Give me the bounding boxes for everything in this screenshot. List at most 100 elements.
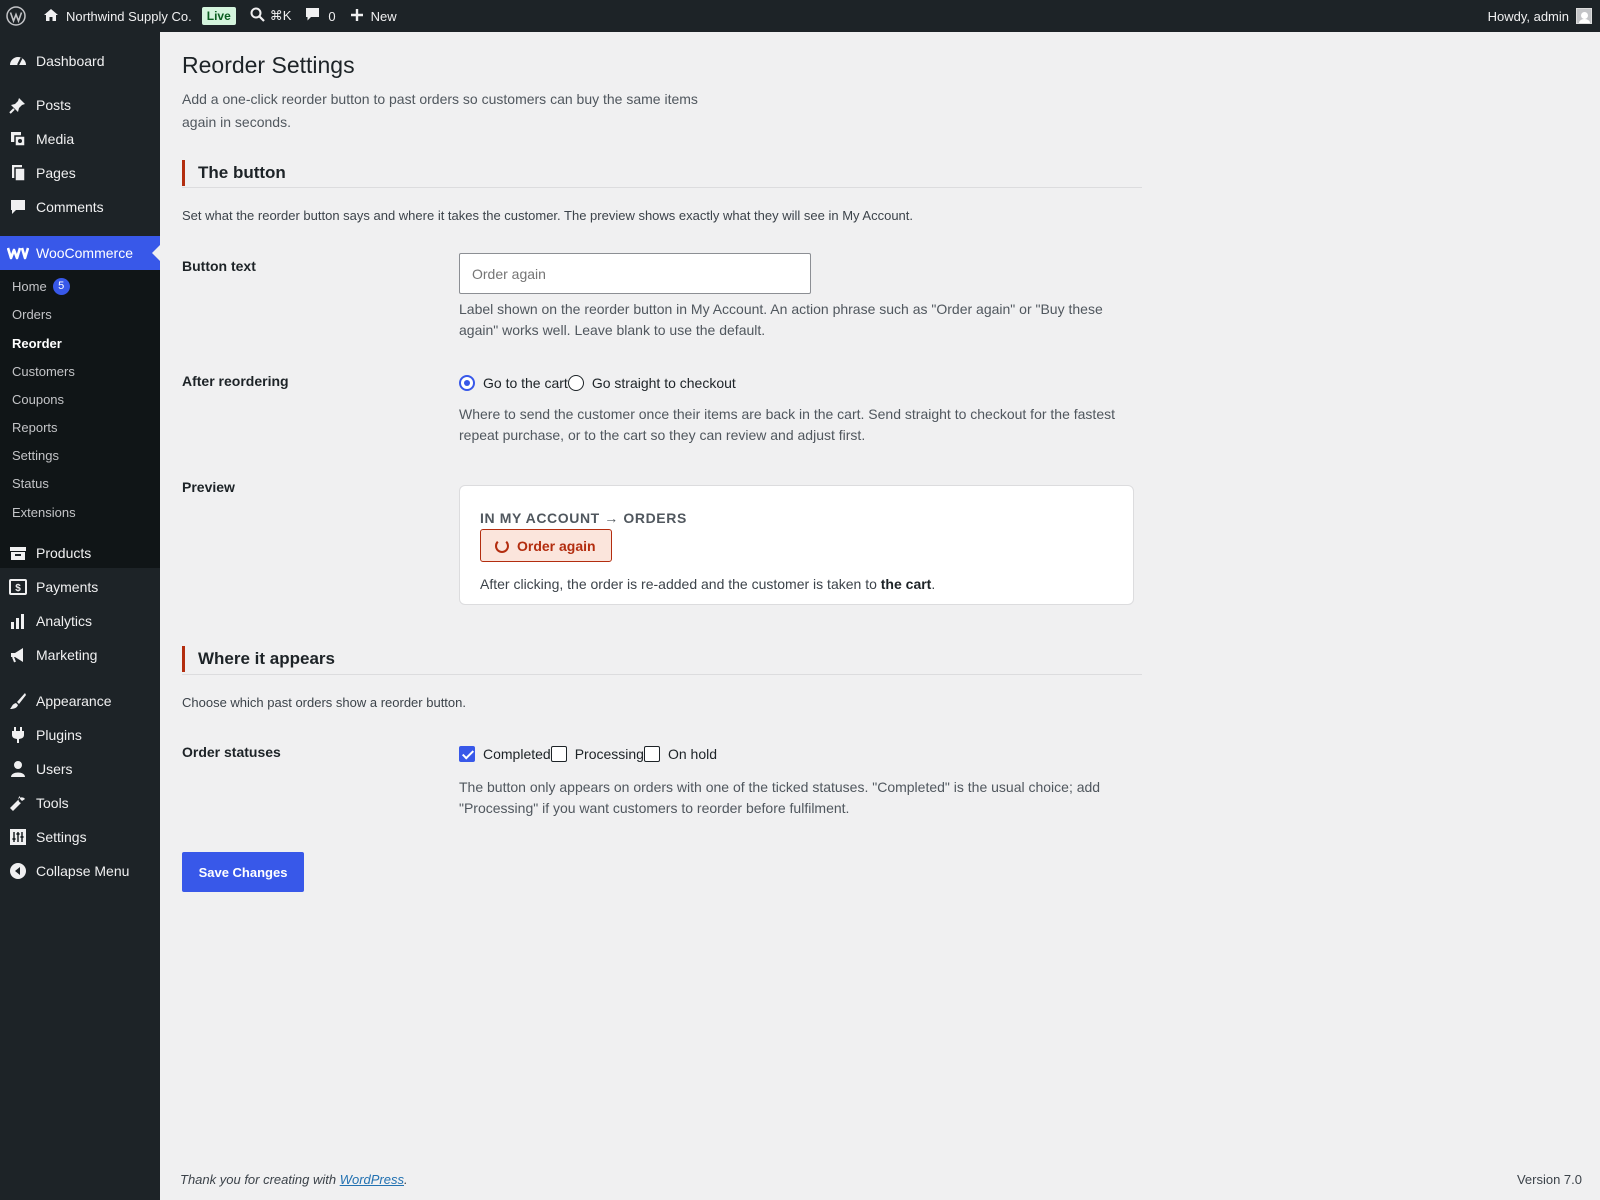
sidebar-label-dashboard: Dashboard	[36, 53, 105, 69]
plus-icon	[350, 8, 364, 25]
media-icon	[0, 130, 36, 148]
sidebar-label-products: Products	[36, 545, 92, 561]
sidebar-label-payments: Payments	[36, 579, 99, 595]
sidebar-item-analytics[interactable]: Analytics	[0, 604, 160, 638]
settings-sliders-icon	[0, 828, 36, 846]
user-icon	[0, 760, 36, 778]
refresh-icon	[495, 538, 509, 553]
checkbox-completed[interactable]	[459, 746, 475, 762]
account-menu[interactable]: Howdy, admin	[1481, 0, 1600, 32]
plugin-icon	[0, 726, 36, 744]
sidebar-item-media[interactable]: Media	[0, 122, 160, 156]
sidebar-label-users: Users	[36, 761, 73, 777]
search-shortcut: ⌘K	[269, 8, 292, 23]
radio-go-to-cart[interactable]	[459, 375, 475, 391]
archive-icon	[0, 544, 36, 562]
reorder-preview: IN MY ACCOUNT → ORDERS Order again After…	[459, 485, 1134, 605]
sidebar-item-status[interactable]: Status	[12, 473, 49, 493]
sidebar-label-appearance: Appearance	[36, 693, 112, 709]
new-label: New	[370, 8, 397, 24]
collapse-menu-button[interactable]: Collapse Menu	[0, 854, 160, 888]
footer-thanks: Thank you for creating with WordPress.	[180, 1172, 408, 1187]
preview-note-text: After clicking, the order is re-added an…	[480, 576, 881, 592]
sidebar-item-home[interactable]: Home 5	[12, 276, 70, 296]
sidebar-label-collapse: Collapse Menu	[36, 863, 130, 879]
sidebar-label-posts: Posts	[36, 97, 72, 113]
radio-label-go-to-checkout[interactable]: Go straight to checkout	[592, 375, 736, 391]
sidebar-item-products[interactable]: Products	[0, 536, 160, 570]
sidebar-item-appearance[interactable]: Appearance	[0, 684, 160, 718]
brush-icon	[0, 692, 36, 710]
page-description: Add a one-click reorder button to past o…	[182, 91, 698, 130]
home-icon	[43, 7, 59, 26]
order-statuses-help: The button only appears on orders with o…	[459, 779, 1101, 816]
sidebar-item-comments[interactable]: Comments	[0, 190, 160, 224]
sidebar-item-settings[interactable]: Settings	[0, 820, 160, 854]
radio-go-to-checkout[interactable]	[567, 375, 584, 391]
wordpress-logo-icon[interactable]	[0, 0, 36, 32]
after-reordering-label: After reordering	[182, 373, 289, 389]
home-count-badge: 5	[52, 277, 70, 295]
checkbox-processing[interactable]	[550, 746, 567, 762]
avatar	[1576, 8, 1592, 24]
pin-icon	[0, 96, 36, 114]
bar-chart-icon	[0, 612, 36, 630]
checkbox-on-hold[interactable]	[643, 746, 660, 762]
howdy-text: Howdy, admin	[1487, 8, 1569, 24]
sidebar-item-users[interactable]: Users	[0, 752, 160, 786]
sidebar-label-media: Media	[36, 131, 75, 147]
comments-link[interactable]: 0	[298, 0, 342, 32]
sidebar-label-tools: Tools	[36, 795, 69, 811]
sidebar-item-tools[interactable]: Tools	[0, 786, 160, 820]
pages-icon	[0, 164, 36, 182]
checkbox-label-completed[interactable]: Completed	[483, 746, 551, 762]
sidebar-item-orders[interactable]: Orders	[12, 304, 52, 324]
comments-count: 0	[328, 8, 336, 24]
sidebar-label-pages: Pages	[36, 165, 76, 181]
page-title: Reorder Settings	[182, 52, 355, 78]
search-button[interactable]: ⌘K	[243, 0, 299, 32]
sidebar-item-payments[interactable]: $ Payments	[0, 570, 160, 604]
save-changes-button[interactable]: Save Changes	[182, 852, 304, 892]
woocommerce-submenu: Home 5 Orders Reorder Customers Coupons …	[0, 270, 160, 568]
collapse-arrow-icon	[0, 862, 36, 880]
sidebar-item-wc-settings[interactable]: Settings	[12, 445, 59, 465]
checkbox-label-processing[interactable]: Processing	[575, 746, 644, 762]
new-content-button[interactable]: New	[343, 0, 404, 32]
button-text-input[interactable]	[459, 253, 811, 294]
order-statuses-options: Completed Processing On hold	[459, 746, 717, 762]
sidebar-item-reorder[interactable]: Reorder	[12, 333, 62, 353]
section-divider	[182, 674, 1142, 675]
footer-thanks-text: Thank you for creating with	[180, 1172, 340, 1187]
radio-label-go-to-cart[interactable]: Go to the cart	[483, 375, 568, 391]
svg-text:$: $	[15, 583, 21, 594]
site-name-link[interactable]: Northwind Supply Co. Live	[36, 0, 243, 32]
payments-icon: $	[0, 578, 36, 596]
section-description-where: Choose which past orders show a reorder …	[182, 695, 466, 710]
sidebar-item-pages[interactable]: Pages	[0, 156, 160, 190]
admin-sidebar: Dashboard Posts Media Pages Comments Woo…	[0, 32, 160, 1200]
live-badge: Live	[201, 7, 236, 25]
site-name: Northwind Supply Co.	[66, 8, 192, 24]
preview-note: After clicking, the order is re-added an…	[480, 576, 935, 592]
sidebar-item-coupons[interactable]: Coupons	[12, 389, 64, 409]
sidebar-item-posts[interactable]: Posts	[0, 88, 160, 122]
sidebar-item-extensions[interactable]: Extensions	[12, 502, 76, 522]
preview-button-label: Order again	[517, 537, 596, 554]
admin-bar: Northwind Supply Co. Live ⌘K 0 New Howdy…	[0, 0, 1600, 32]
wordpress-link[interactable]: WordPress	[340, 1172, 404, 1187]
sidebar-item-plugins[interactable]: Plugins	[0, 718, 160, 752]
order-statuses-label: Order statuses	[182, 744, 281, 760]
preview-order-again-button: Order again	[480, 529, 612, 562]
sidebar-item-marketing[interactable]: Marketing	[0, 638, 160, 672]
preview-label: Preview	[182, 479, 235, 495]
woocommerce-icon	[0, 245, 36, 261]
section-heading-button: The button	[182, 160, 1142, 186]
checkbox-label-on-hold[interactable]: On hold	[668, 746, 717, 762]
sidebar-item-woocommerce[interactable]: WooCommerce	[0, 236, 160, 270]
sidebar-label-home: Home	[12, 278, 47, 294]
sidebar-item-customers[interactable]: Customers	[12, 361, 75, 381]
sidebar-item-reports[interactable]: Reports	[12, 417, 58, 437]
sidebar-item-dashboard[interactable]: Dashboard	[0, 44, 160, 78]
preview-note-target: the cart	[880, 576, 932, 592]
